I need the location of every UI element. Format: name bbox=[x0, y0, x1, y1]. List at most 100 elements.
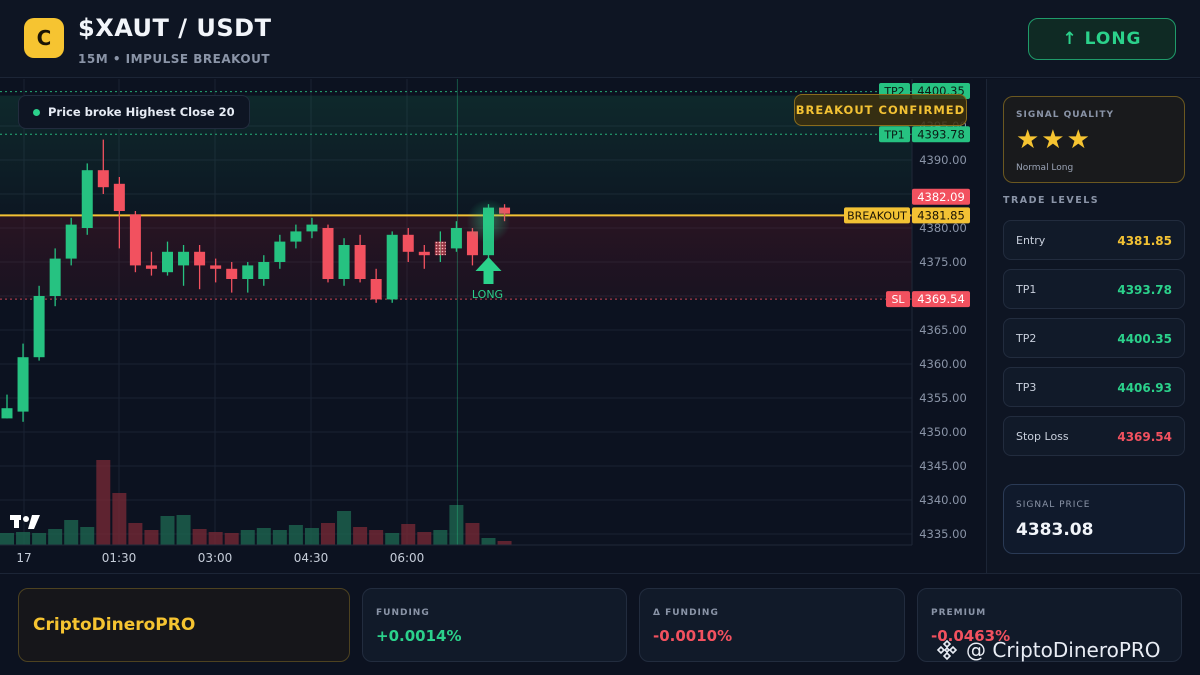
candle-body bbox=[17, 357, 29, 412]
candle-body bbox=[354, 245, 366, 279]
volume-bar bbox=[64, 520, 79, 545]
candle-body bbox=[338, 245, 350, 279]
signal-quality-label: SIGNAL QUALITY bbox=[1016, 110, 1114, 120]
badge-text: Price broke Highest Close 20 bbox=[48, 105, 235, 119]
price-tag-value: 4382.09 bbox=[917, 190, 965, 204]
signal-subtitle: 15M • IMPULSE BREAKOUT bbox=[78, 52, 271, 66]
level-tp1: TP1 4393.78 bbox=[1003, 269, 1185, 309]
trade-levels-heading: TRADE LEVELS bbox=[1003, 195, 1100, 206]
volume-bar bbox=[256, 528, 271, 545]
volume-bar bbox=[176, 515, 191, 545]
premium-label: PREMIUM bbox=[931, 608, 987, 618]
candlestick-chart-svg[interactable]: LONG 4395.004390.004385.004380.004375.00… bbox=[0, 79, 985, 573]
candle-body bbox=[242, 265, 254, 279]
funding-label: FUNDING bbox=[376, 608, 430, 618]
candle-body bbox=[145, 265, 157, 269]
volume-bar bbox=[96, 460, 111, 545]
watermark-text: @ CriptoDineroPRO bbox=[966, 638, 1161, 662]
long-signal-button[interactable]: ↑ LONG bbox=[1028, 18, 1176, 60]
volume-bar bbox=[0, 533, 14, 545]
x-tick-label: 04:30 bbox=[294, 551, 329, 565]
level-tp3: TP3 4406.93 bbox=[1003, 367, 1185, 407]
candle-body bbox=[1, 408, 13, 419]
candle-body bbox=[210, 265, 222, 269]
y-tick-label: 4365.00 bbox=[919, 323, 967, 337]
level-entry: Entry 4381.85 bbox=[1003, 220, 1185, 260]
candle-body bbox=[194, 251, 206, 266]
long-signal-label: LONG bbox=[472, 288, 503, 301]
y-tick-label: 4335.00 bbox=[919, 527, 967, 541]
price-tag-label: TP1 bbox=[883, 128, 904, 141]
brand-name: CriptoDineroPRO bbox=[33, 615, 196, 635]
candle-body bbox=[49, 258, 61, 296]
delta-funding-card: Δ FUNDING -0.0010% bbox=[639, 588, 905, 662]
level-tp2: TP2 4400.35 bbox=[1003, 318, 1185, 358]
candle-body bbox=[129, 214, 141, 266]
price-tag-value: 4381.85 bbox=[917, 208, 965, 222]
volume-bar bbox=[128, 523, 143, 545]
candle-body bbox=[306, 224, 318, 232]
level-value: 4369.54 bbox=[1117, 430, 1172, 444]
candle-body bbox=[370, 279, 382, 300]
volume-bar bbox=[32, 533, 47, 545]
volume-bar bbox=[272, 530, 287, 545]
status-dot-icon bbox=[33, 108, 40, 116]
candle-body bbox=[402, 234, 414, 252]
price-tag-label: SL bbox=[891, 293, 905, 306]
candle-body bbox=[97, 170, 109, 188]
price-tag-value: 4393.78 bbox=[917, 127, 965, 141]
level-name: TP1 bbox=[1016, 283, 1037, 296]
signal-glow bbox=[466, 199, 511, 244]
volume-bar bbox=[449, 505, 464, 545]
level-value: 4400.35 bbox=[1117, 332, 1172, 346]
funding-value: +0.0014% bbox=[376, 627, 462, 645]
y-tick-label: 4350.00 bbox=[919, 425, 967, 439]
y-tick-label: 4390.00 bbox=[919, 153, 967, 167]
header-bar: C $XAUT / USDT 15M • IMPULSE BREAKOUT ↑ … bbox=[0, 0, 1200, 78]
volume-bar bbox=[481, 538, 496, 545]
candle-body bbox=[178, 251, 190, 266]
candle-body bbox=[162, 251, 173, 273]
signal-quality-card: SIGNAL QUALITY ★★★ Normal Long bbox=[1003, 96, 1185, 183]
volume-bar bbox=[48, 529, 63, 545]
x-tick-label: 06:00 bbox=[390, 551, 425, 565]
pair-title: $XAUT / USDT bbox=[78, 14, 272, 42]
y-tick-label: 4355.00 bbox=[919, 391, 967, 405]
level-name: TP3 bbox=[1016, 381, 1037, 394]
signal-price-value: 4383.08 bbox=[1016, 520, 1094, 540]
volume-bar bbox=[144, 530, 159, 545]
volume-bar bbox=[80, 527, 95, 545]
candle-body bbox=[113, 183, 125, 211]
volume-bar bbox=[304, 528, 319, 545]
watermark: @ CriptoDineroPRO bbox=[936, 637, 1161, 663]
volume-bar bbox=[160, 516, 175, 545]
candle-body bbox=[450, 228, 462, 249]
volume-bar bbox=[16, 532, 31, 545]
signal-quality-note: Normal Long bbox=[1016, 163, 1074, 173]
volume-bar bbox=[385, 533, 400, 545]
x-tick-label: 01:30 bbox=[102, 551, 137, 565]
volume-bar bbox=[208, 532, 223, 545]
candle-body bbox=[434, 241, 446, 256]
level-value: 4381.85 bbox=[1117, 234, 1172, 248]
price-chart[interactable]: LONG 4395.004390.004385.004380.004375.00… bbox=[0, 79, 985, 573]
level-value: 4393.78 bbox=[1117, 283, 1172, 297]
funding-card: FUNDING +0.0014% bbox=[362, 588, 627, 662]
volume-bar bbox=[288, 525, 303, 545]
volume-bar bbox=[401, 524, 416, 545]
signal-price-label: SIGNAL PRICE bbox=[1016, 500, 1091, 510]
candle-body bbox=[418, 251, 430, 256]
candle-body bbox=[81, 170, 93, 228]
volume-bar bbox=[433, 530, 448, 545]
binance-logo-icon bbox=[936, 639, 958, 661]
volume-bar bbox=[465, 523, 480, 545]
candle-body bbox=[33, 296, 45, 358]
candle-body bbox=[65, 224, 77, 259]
x-tick-label: 17 bbox=[16, 551, 31, 565]
volume-bar bbox=[192, 529, 207, 545]
y-tick-label: 4345.00 bbox=[919, 459, 967, 473]
price-tag-value: 4369.54 bbox=[917, 292, 965, 306]
volume-bar bbox=[337, 511, 352, 545]
candle-body bbox=[258, 262, 270, 279]
level-value: 4406.93 bbox=[1117, 381, 1172, 395]
